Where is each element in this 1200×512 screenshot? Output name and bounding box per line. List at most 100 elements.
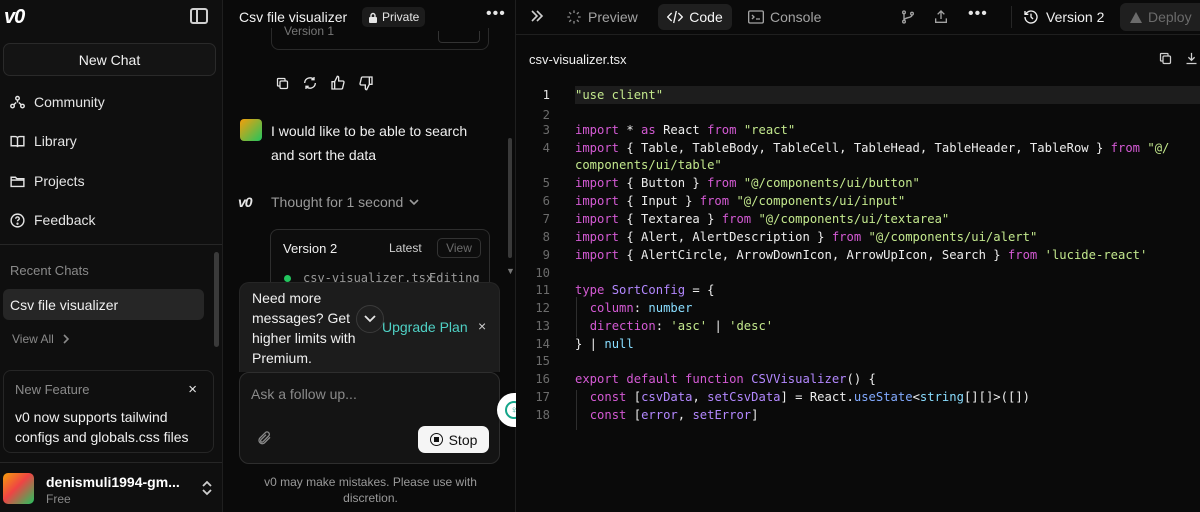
thought-toggle[interactable]: Thought for 1 second <box>271 194 419 210</box>
paperclip-icon[interactable] <box>256 430 272 446</box>
current-line-highlight <box>575 86 1200 104</box>
more-options-icon[interactable]: ••• <box>968 5 988 23</box>
line-number: 5 <box>542 176 550 190</box>
file-tab[interactable]: csv-visualizer.tsx <box>529 52 627 67</box>
thought-label: Thought for 1 second <box>271 194 404 210</box>
code-icon <box>667 10 684 24</box>
download-icon[interactable] <box>1184 51 1199 66</box>
chevron-down-icon <box>409 198 419 206</box>
sidebar-item-label: Community <box>34 94 105 110</box>
divider <box>1011 6 1012 28</box>
line-number: 13 <box>535 319 550 333</box>
code-line: import { Textarea } from "@/components/u… <box>575 212 950 226</box>
status-dot <box>284 275 291 282</box>
divider <box>0 462 222 463</box>
message-actions <box>274 75 374 91</box>
code-line: import { Input } from "@/components/ui/i… <box>575 194 906 208</box>
copy-icon[interactable] <box>274 75 290 91</box>
privacy-label: Private <box>382 10 420 24</box>
follow-up-input[interactable] <box>251 383 481 405</box>
line-number: 1 <box>542 88 550 102</box>
version-label: Version 2 <box>283 241 338 256</box>
sidebar-item-projects[interactable]: Projects <box>8 169 208 193</box>
code-line: column: number <box>589 301 693 315</box>
line-number: 8 <box>542 230 550 244</box>
user-avatar <box>240 119 262 141</box>
avatar[interactable] <box>3 473 34 504</box>
sidebar-scrollbar[interactable] <box>214 252 219 347</box>
user-message: I would like to be able to search and so… <box>271 123 468 163</box>
code-line: import { Button } from "@/components/ui/… <box>575 176 920 190</box>
line-number: 10 <box>535 266 550 280</box>
previous-version-card[interactable]: Version 1 <box>271 24 489 50</box>
thumbs-down-icon[interactable] <box>358 75 374 91</box>
code-line: direction: 'asc' | 'desc' <box>589 319 774 333</box>
view-all-link[interactable]: View All <box>12 332 70 346</box>
code-line: import { Table, TableBody, TableCell, Ta… <box>575 141 1170 155</box>
line-number: 11 <box>535 283 550 297</box>
line-number: 14 <box>535 337 550 351</box>
stop-button[interactable]: Stop <box>418 426 489 453</box>
sidebar-toggle-icon[interactable] <box>190 8 208 24</box>
triangle-icon <box>1130 11 1142 23</box>
tab-code-label: Code <box>689 9 723 25</box>
folder-icon <box>8 172 26 190</box>
new-chat-button[interactable]: New Chat <box>3 43 216 76</box>
sidebar-item-feedback[interactable]: Feedback <box>8 208 208 232</box>
chat-item-active[interactable]: Csv file visualizer <box>3 289 204 320</box>
git-branch-icon[interactable] <box>900 8 916 26</box>
line-number: 18 <box>535 408 550 422</box>
v0-logo[interactable]: v0 <box>4 6 25 29</box>
deploy-button[interactable]: Deploy <box>1120 3 1200 31</box>
collapse-panel-icon[interactable] <box>530 9 544 23</box>
prev-view-button[interactable] <box>438 31 480 43</box>
line-number: 16 <box>535 372 550 386</box>
disclaimer: v0 may make mistakes. Please use with di… <box>264 475 477 505</box>
close-icon[interactable]: × <box>188 381 197 398</box>
share-icon[interactable] <box>933 8 949 26</box>
sidebar-item-label: Library <box>34 133 77 149</box>
thumbs-up-icon[interactable] <box>330 75 346 91</box>
regenerate-icon[interactable] <box>302 75 318 91</box>
view-button[interactable]: View <box>437 238 481 258</box>
scroll-to-bottom-button[interactable] <box>356 305 384 333</box>
code-line: const [csvData, setCsvData] = React.useS… <box>589 390 1030 404</box>
line-number: 12 <box>535 301 550 315</box>
code-line: "use client" <box>575 88 664 102</box>
privacy-badge[interactable]: Private <box>362 7 426 27</box>
chevron-down-icon <box>364 315 376 323</box>
community-icon <box>8 93 26 111</box>
sidebar-item-library[interactable]: Library <box>8 129 208 153</box>
scroll-arrow-down-icon[interactable]: ▼ <box>506 266 515 276</box>
user-plan: Free <box>46 492 71 506</box>
chat-title[interactable]: Csv file visualizer <box>239 9 347 25</box>
sidebar-item-community[interactable]: Community <box>8 90 208 114</box>
terminal-icon <box>748 10 764 24</box>
v0-assistant-icon: v0 <box>238 194 253 210</box>
tab-preview-label: Preview <box>588 9 638 25</box>
code-line: type SortConfig = { <box>575 283 715 297</box>
close-icon[interactable]: × <box>478 318 486 334</box>
upgrade-plan-link[interactable]: Upgrade Plan <box>382 319 468 335</box>
book-icon <box>8 132 26 150</box>
tab-preview[interactable]: Preview <box>566 4 638 30</box>
version-selector-label: Version 2 <box>1046 9 1105 25</box>
user-name[interactable]: denismuli1994-gm... <box>46 474 180 490</box>
version-selector[interactable]: Version 2 <box>1023 4 1104 30</box>
stop-label: Stop <box>448 431 478 448</box>
more-options-icon[interactable]: ••• <box>486 5 506 23</box>
tab-console[interactable]: Console <box>748 4 821 30</box>
loader-icon <box>566 9 582 25</box>
tab-console-label: Console <box>770 9 822 25</box>
chevron-right-icon <box>62 334 70 344</box>
feature-body: v0 now supports tailwind configs and glo… <box>15 409 189 445</box>
latest-badge: Latest <box>389 241 422 255</box>
code-line: import { Alert, AlertDescription } from … <box>575 230 1038 244</box>
chevron-up-down-icon[interactable] <box>201 480 213 496</box>
chat-scrollbar[interactable] <box>508 138 512 258</box>
tab-code[interactable]: Code <box>658 4 732 30</box>
line-number: 3 <box>542 123 550 137</box>
code-line: components/ui/table" <box>575 158 722 172</box>
line-number: 17 <box>535 390 550 404</box>
copy-icon[interactable] <box>1158 51 1173 66</box>
